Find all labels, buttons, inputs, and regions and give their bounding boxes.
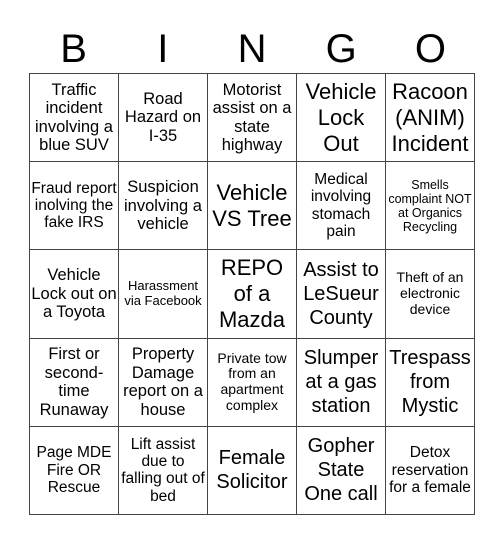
bingo-cell[interactable]: Trespass from Mystic (385, 337, 475, 427)
bingo-header: B I N G O (29, 26, 475, 72)
bingo-cell[interactable]: Assist to LeSueur County (296, 249, 386, 339)
grid-row: Fraud report inolving the fake IRS Suspi… (29, 161, 475, 251)
bingo-cell[interactable]: Suspicion involving a vehicle (118, 161, 208, 251)
header-letter-i: I (157, 27, 169, 71)
bingo-cell[interactable]: Property Damage report on a house (118, 337, 208, 427)
bingo-grid: Traffic incident involving a blue SUV Ro… (29, 72, 475, 516)
bingo-cell[interactable]: Vehicle VS Tree (207, 161, 297, 251)
bingo-cell[interactable]: Female Solicitor (207, 425, 297, 516)
bingo-cell[interactable]: Private tow from an apartment complex (207, 337, 297, 427)
bingo-cell[interactable]: Motorist assist on a state highway (207, 72, 297, 163)
bingo-cell[interactable]: Fraud report inolving the fake IRS (29, 161, 119, 251)
bingo-cell[interactable]: Smells complaint NOT at Organics Recycli… (385, 161, 475, 251)
bingo-cell[interactable]: Road Hazard on I-35 (118, 72, 208, 163)
bingo-cell[interactable]: Vehicle Lock out on a Toyota (29, 249, 119, 339)
bingo-cell[interactable]: Lift assist due to falling out of bed (118, 425, 208, 516)
bingo-cell[interactable]: Gopher State One call (296, 425, 386, 516)
grid-row: Vehicle Lock out on a Toyota Harassment … (29, 249, 475, 339)
bingo-cell[interactable]: Detox reservation for a female (385, 425, 475, 516)
bingo-cell[interactable]: Slumper at a gas station (296, 337, 386, 427)
grid-row: First or second-time Runaway Property Da… (29, 337, 475, 427)
bingo-cell[interactable]: Harassment via Facebook (118, 249, 208, 339)
header-letter-g: G (325, 27, 357, 71)
bingo-cell[interactable]: Vehicle Lock Out (296, 72, 386, 163)
grid-row: Page MDE Fire OR Rescue Lift assist due … (29, 425, 475, 516)
bingo-cell[interactable]: First or second-time Runaway (29, 337, 119, 427)
bingo-cell[interactable]: Racoon (ANIM) Incident (385, 72, 475, 163)
grid-row: Traffic incident involving a blue SUV Ro… (29, 72, 475, 163)
bingo-cell[interactable]: Traffic incident involving a blue SUV (29, 72, 119, 163)
header-letter-n: N (237, 27, 267, 71)
bingo-cell[interactable]: Medical involving stomach pain (296, 161, 386, 251)
header-letter-b: B (60, 27, 87, 71)
bingo-cell[interactable]: Page MDE Fire OR Rescue (29, 425, 119, 516)
bingo-cell[interactable]: REPO of a Mazda (207, 249, 297, 339)
bingo-cell[interactable]: Theft of an electronic device (385, 249, 475, 339)
header-letter-o: O (414, 27, 446, 71)
